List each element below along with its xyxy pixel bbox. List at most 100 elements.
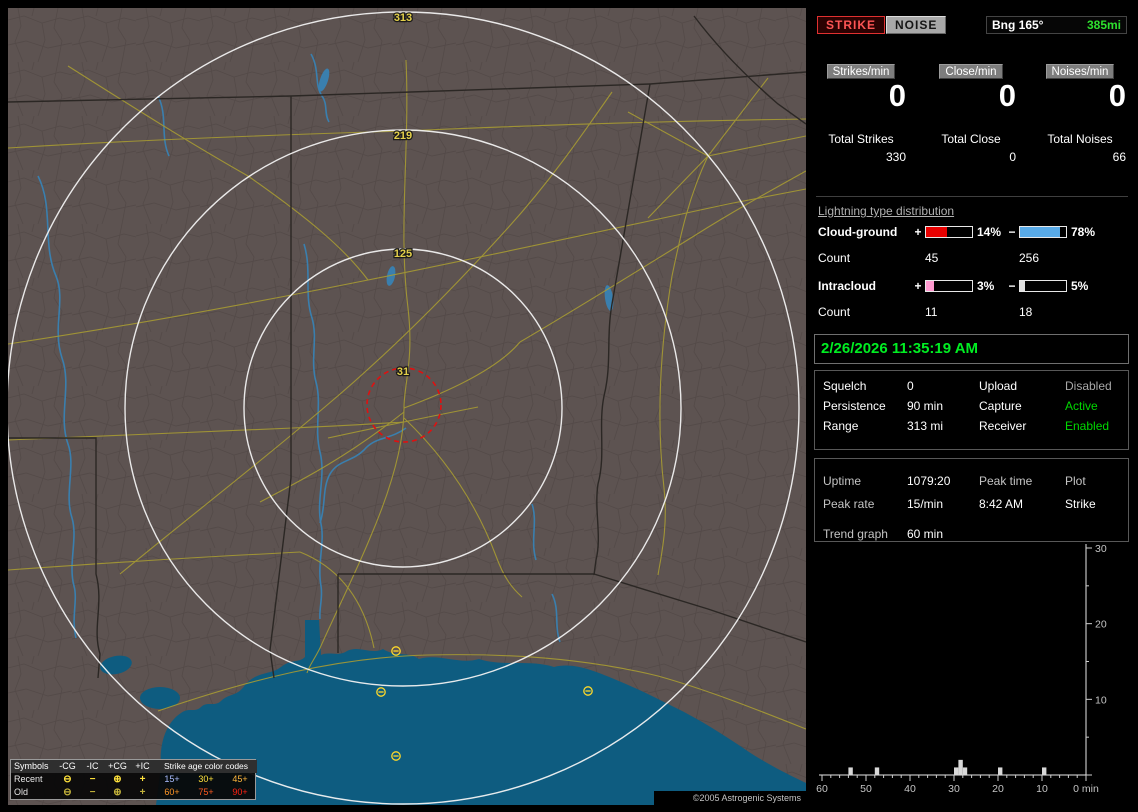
plus-sign: + <box>914 279 922 293</box>
ring-label-219: 219 <box>394 130 412 142</box>
recent-neg-cg-icon: ⊖ <box>63 774 72 785</box>
total-close-label: Total Close <box>941 132 1001 146</box>
dist-pos-fill-0 <box>926 227 948 237</box>
squelch-value: 0 <box>907 379 914 393</box>
dist-neg-fill-1 <box>1020 281 1025 291</box>
close-per-min-value: 0 <box>998 78 1016 113</box>
noises-counter-column: Noises/min 0 Total Noises 66 <box>1034 64 1126 174</box>
settings-row: Persistence 90 min Capture Active <box>815 396 1128 416</box>
ring-label-313: 313 <box>394 12 412 24</box>
trend-graph: 60 50 40 30 20 10 0 min 10 20 30 <box>814 538 1130 805</box>
strike-mode-button[interactable]: STRIKE <box>817 16 886 34</box>
total-noises-label: Total Noises <box>1047 132 1113 146</box>
bearing-value: Bng 165° <box>992 18 1044 32</box>
ic-count-label: Count <box>818 305 851 319</box>
persistence-label: Persistence <box>823 399 886 413</box>
cg-positive-pct: 14% <box>977 225 1002 239</box>
ring-label-31: 31 <box>397 366 409 378</box>
peak-rate-label: Peak rate <box>823 497 875 511</box>
plot-value: Strike <box>1065 497 1096 511</box>
clock-display: 2/26/2026 11:35:19 AM <box>814 334 1129 364</box>
recent-pos-ic-icon: + <box>139 774 146 785</box>
bearing-range-value: 385mi <box>1086 18 1121 32</box>
app-window: 313 219 125 31 Symbols -CG -IC +CG +IC S… <box>0 0 1138 812</box>
cg-count-label: Count <box>818 251 851 265</box>
dist-neg-fill-0 <box>1020 227 1061 237</box>
bearing-readout: Bng 165° 385mi <box>986 16 1127 34</box>
svg-text:30: 30 <box>1095 543 1107 555</box>
svg-text:40: 40 <box>904 783 916 795</box>
legend-age-header: Strike age color codes <box>155 760 257 773</box>
uptime-label: Uptime <box>823 474 862 488</box>
plot-label: Plot <box>1065 474 1086 488</box>
age-code-1: 30+ <box>198 774 214 784</box>
total-strikes-value: 330 <box>885 150 906 164</box>
strikes-per-min-value: 0 <box>888 78 906 113</box>
svg-text:10: 10 <box>1095 694 1107 706</box>
strikes-counter-column: Strikes/min 0 Total Strikes 330 <box>816 64 906 174</box>
ic-negative-bar <box>1019 280 1067 292</box>
legend-col-neg-ic: -IC <box>80 760 105 773</box>
recent-neg-ic-icon: − <box>89 774 96 785</box>
age-code-0: 15+ <box>164 774 180 784</box>
settings-box: Squelch 0 Upload Disabled Persistence 90… <box>814 370 1129 450</box>
intracloud-row: Intracloud + 3% − 5% <box>814 279 1130 295</box>
svg-text:10: 10 <box>1036 783 1048 795</box>
cg-negative-pct: 78% <box>1071 225 1096 239</box>
peak-time-value: 8:42 AM <box>979 497 1024 511</box>
svg-text:30: 30 <box>948 783 960 795</box>
svg-text:50: 50 <box>860 783 872 795</box>
noises-per-min-button[interactable]: Noises/min <box>1045 64 1115 79</box>
strike-map[interactable]: 313 219 125 31 Symbols -CG -IC +CG +IC S… <box>8 8 806 805</box>
ring-label-125: 125 <box>394 248 412 260</box>
age-code-5: 90+ <box>232 787 248 797</box>
recent-pos-cg-icon: ⊕ <box>113 774 122 785</box>
distribution-title: Lightning type distribution <box>818 204 955 218</box>
total-strikes-label: Total Strikes <box>828 132 894 146</box>
peak-rate-value: 15/min <box>907 497 944 511</box>
ic-positive-pct: 3% <box>977 279 995 293</box>
upload-label: Upload <box>979 379 1018 393</box>
receiver-label: Receiver <box>979 419 1027 433</box>
legend-row-recent: Recent <box>14 774 43 784</box>
ic-negative-count: 18 <box>1019 305 1033 319</box>
capture-label: Capture <box>979 399 1022 413</box>
intracloud-count-row: Count 11 18 <box>814 305 1130 321</box>
setting-value2-0: Disabled <box>1065 379 1112 393</box>
persistence-value: 90 min <box>907 399 944 413</box>
stats-row: Peak rate 15/min 8:42 AM Strike <box>815 494 1128 514</box>
cg-negative-bar <box>1019 226 1067 238</box>
trend-graph-canvas: 60 50 40 30 20 10 0 min 10 20 30 <box>816 543 1107 795</box>
noises-per-min-value: 0 <box>1108 78 1126 113</box>
close-per-min-button[interactable]: Close/min <box>939 64 1003 79</box>
cloud-ground-count-row: Count 45 256 <box>814 251 1130 267</box>
settings-row: Range 313 mi Receiver Enabled <box>815 416 1128 436</box>
plus-sign: + <box>914 225 922 239</box>
legend-row-old: Old <box>14 787 29 797</box>
setting-value2-2: Enabled <box>1065 419 1110 433</box>
total-close-value: 0 <box>1009 150 1016 164</box>
stats-row: Uptime 1079:20 Peak time Plot <box>815 471 1128 491</box>
cloud-ground-label: Cloud-ground <box>818 225 898 239</box>
legend-col-pos-ic: +IC <box>130 760 155 773</box>
close-counter-column: Close/min 0 Total Close 0 <box>926 64 1016 174</box>
intracloud-label: Intracloud <box>818 279 877 293</box>
ic-positive-bar <box>925 280 973 292</box>
cg-positive-bar <box>925 226 973 238</box>
minus-sign: − <box>1008 279 1016 293</box>
legend-symbols-header: Symbols <box>11 760 55 773</box>
stats-box: Uptime 1079:20 Peak time Plot Peak rate … <box>814 458 1129 542</box>
settings-row: Squelch 0 Upload Disabled <box>815 376 1128 396</box>
age-code-3: 60+ <box>164 787 180 797</box>
old-pos-ic-icon: + <box>139 787 146 798</box>
peak-time-label: Peak time <box>979 474 1033 488</box>
noise-mode-button[interactable]: NOISE <box>886 16 947 34</box>
map-legend: Symbols -CG -IC +CG +IC Strike age color… <box>10 759 257 800</box>
svg-text:20: 20 <box>1095 619 1107 631</box>
legend-col-pos-cg: +CG <box>105 760 130 773</box>
map-canvas: 313 219 125 31 <box>8 8 806 805</box>
copyright-text: ©2005 Astrogenic Systems <box>654 791 806 805</box>
dist-pos-fill-1 <box>926 281 934 291</box>
strikes-per-min-button[interactable]: Strikes/min <box>826 64 896 79</box>
age-code-4: 75+ <box>198 787 214 797</box>
